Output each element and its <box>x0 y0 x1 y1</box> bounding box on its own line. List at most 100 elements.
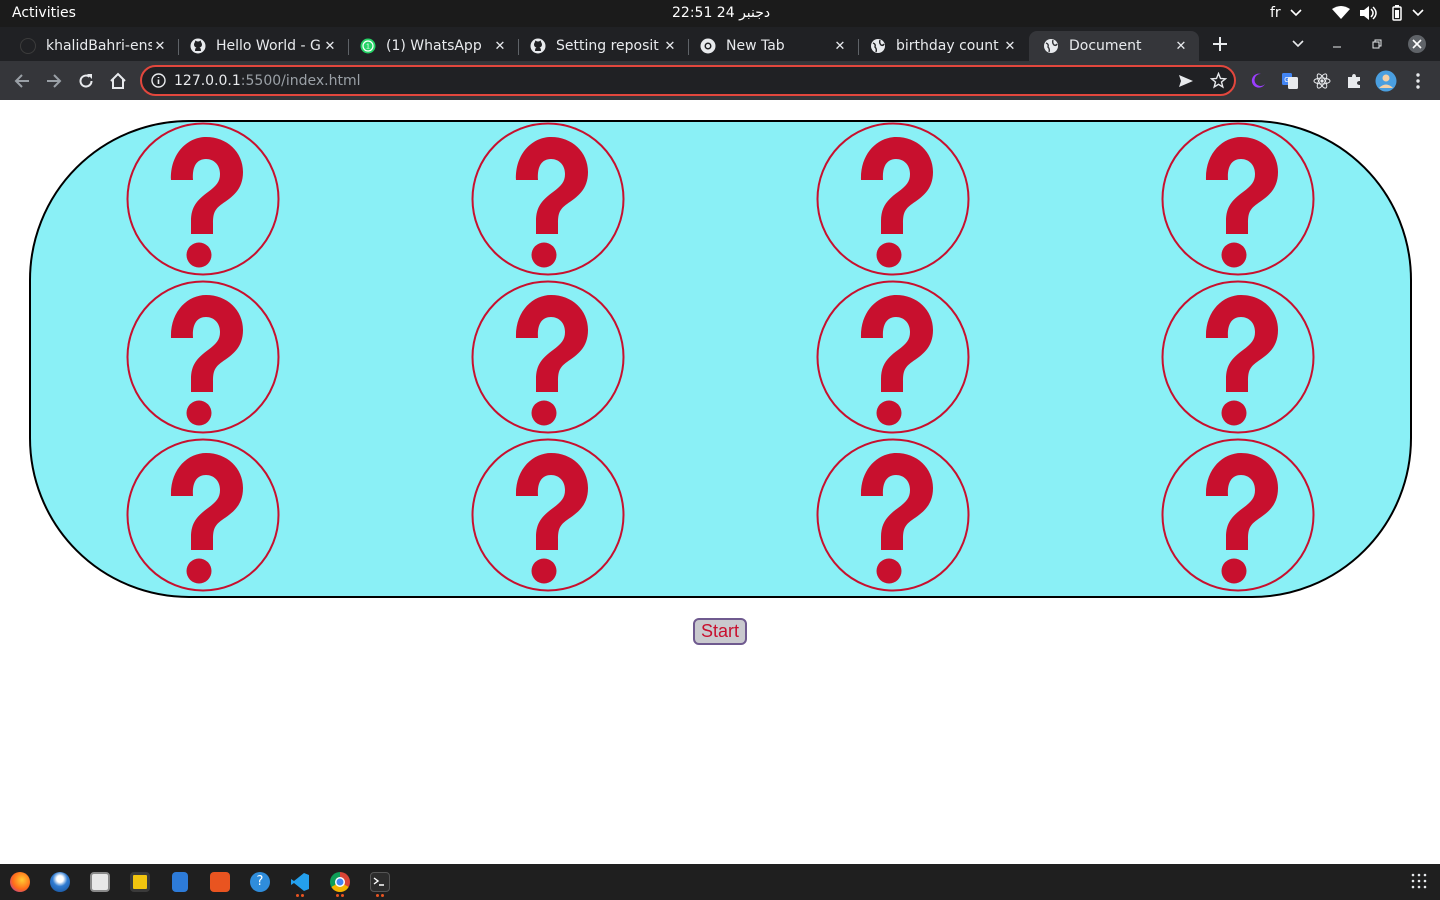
react-devtools-icon[interactable] <box>1308 67 1336 95</box>
question-mark-icon <box>126 438 280 592</box>
battery-icon[interactable] <box>1390 4 1404 22</box>
tab-birthday-count[interactable]: birthday count ✕ <box>856 31 1028 61</box>
restore-icon[interactable] <box>1363 30 1391 58</box>
close-icon[interactable]: ✕ <box>492 38 508 54</box>
close-icon[interactable]: ✕ <box>662 38 678 54</box>
github-icon <box>530 38 546 54</box>
tab-title: Hello World - Gi <box>216 38 322 54</box>
browser-menu-icon[interactable] <box>1404 67 1432 95</box>
question-card[interactable] <box>126 438 280 592</box>
minimize-icon[interactable] <box>1323 30 1351 58</box>
question-card[interactable] <box>1161 438 1315 592</box>
taskbar: ? <box>0 864 1440 900</box>
svg-text:1: 1 <box>366 44 370 51</box>
running-indicator <box>336 894 339 897</box>
question-card[interactable] <box>471 280 625 434</box>
volume-icon[interactable] <box>1360 4 1378 22</box>
question-mark-icon <box>1161 122 1315 276</box>
question-card[interactable] <box>1161 122 1315 276</box>
home-icon[interactable] <box>104 67 132 95</box>
github-icon <box>20 38 36 54</box>
running-indicator <box>341 894 344 897</box>
question-card[interactable] <box>471 122 625 276</box>
tab-khalidbahri[interactable]: khalidBahri-ens ✕ <box>6 31 178 61</box>
app-grid-icon[interactable] <box>1410 872 1428 892</box>
question-mark-icon <box>126 280 280 434</box>
chrome-icon <box>700 38 716 54</box>
bookmark-star-icon[interactable] <box>1209 71 1228 93</box>
send-icon[interactable] <box>1178 73 1194 93</box>
vscode-icon[interactable] <box>290 872 310 892</box>
close-icon[interactable]: ✕ <box>322 38 338 54</box>
question-mark-icon <box>816 438 970 592</box>
running-indicator <box>381 894 384 897</box>
site-info-icon[interactable] <box>151 73 166 92</box>
running-indicator <box>376 894 379 897</box>
tab-search-chevron-icon[interactable] <box>1284 30 1312 58</box>
tab-strip: khalidBahri-ens ✕ Hello World - Gi ✕ 1 (… <box>0 27 1440 61</box>
dark-mode-extension-icon[interactable] <box>1244 67 1272 95</box>
svg-text:G: G <box>1284 77 1289 84</box>
question-mark-icon <box>1161 438 1315 592</box>
question-card[interactable] <box>816 438 970 592</box>
terminal-icon[interactable] <box>370 872 390 892</box>
url-path: :5500/index.html <box>240 73 361 89</box>
tab-title: khalidBahri-ens <box>46 38 152 54</box>
help-icon[interactable]: ? <box>250 872 270 892</box>
question-card[interactable] <box>471 438 625 592</box>
question-mark-icon <box>471 280 625 434</box>
running-indicator <box>301 894 304 897</box>
clock[interactable]: 22:51 24 دجنبر <box>672 5 770 21</box>
tab-new-tab[interactable]: New Tab ✕ <box>686 31 858 61</box>
translate-extension-icon[interactable]: G <box>1276 67 1304 95</box>
address-bar[interactable]: 127.0.0.1:5500/index.html <box>140 65 1236 96</box>
tab-hello-world[interactable]: Hello World - Gi ✕ <box>176 31 348 61</box>
firefox-icon[interactable] <box>10 872 30 892</box>
tab-setting-repository[interactable]: Setting reposit ✕ <box>516 31 688 61</box>
new-tab-icon[interactable] <box>1206 30 1234 58</box>
github-icon <box>190 38 206 54</box>
tab-title: (1) WhatsApp <box>386 38 482 54</box>
tab-document[interactable]: Document ✕ <box>1029 31 1199 61</box>
chrome-icon[interactable] <box>330 872 350 892</box>
reload-icon[interactable] <box>72 67 100 95</box>
system-menu-chevron-icon[interactable] <box>1412 4 1424 22</box>
question-mark-icon <box>816 122 970 276</box>
question-card[interactable] <box>816 122 970 276</box>
tab-title: Document <box>1069 38 1142 54</box>
activities-button[interactable]: Activities <box>12 5 76 21</box>
window-close-icon[interactable] <box>1403 30 1431 58</box>
close-icon[interactable]: ✕ <box>1002 38 1018 54</box>
question-card[interactable] <box>1161 280 1315 434</box>
start-button[interactable]: Start <box>693 618 747 645</box>
tab-whatsapp[interactable]: 1 (1) WhatsApp ✕ <box>346 31 518 61</box>
profile-avatar[interactable] <box>1372 67 1400 95</box>
language-indicator[interactable]: fr <box>1270 5 1281 21</box>
back-icon[interactable] <box>8 67 36 95</box>
forward-icon[interactable] <box>40 67 68 95</box>
rhythmbox-icon[interactable] <box>130 872 150 892</box>
wifi-icon[interactable] <box>1332 4 1350 22</box>
software-icon[interactable] <box>210 872 230 892</box>
close-icon[interactable]: ✕ <box>1173 38 1189 54</box>
question-mark-icon <box>471 122 625 276</box>
tab-title: New Tab <box>726 38 785 54</box>
system-top-bar: Activities 22:51 24 دجنبر fr <box>0 0 1440 27</box>
whatsapp-icon: 1 <box>360 38 376 54</box>
close-icon[interactable]: ✕ <box>832 38 848 54</box>
close-icon[interactable]: ✕ <box>152 38 168 54</box>
page-content: Start <box>0 100 1440 864</box>
files-icon[interactable] <box>90 872 110 892</box>
question-card[interactable] <box>126 280 280 434</box>
extensions-puzzle-icon[interactable] <box>1340 67 1368 95</box>
question-mark-icon <box>471 438 625 592</box>
question-mark-icon <box>126 122 280 276</box>
question-card[interactable] <box>126 122 280 276</box>
question-card[interactable] <box>816 280 970 434</box>
globe-icon <box>1043 38 1059 54</box>
chevron-down-icon[interactable] <box>1290 4 1302 22</box>
thunderbird-icon[interactable] <box>50 872 70 892</box>
writer-icon[interactable] <box>172 872 188 892</box>
question-mark-icon <box>816 280 970 434</box>
url-text[interactable]: 127.0.0.1:5500/index.html <box>174 73 361 89</box>
